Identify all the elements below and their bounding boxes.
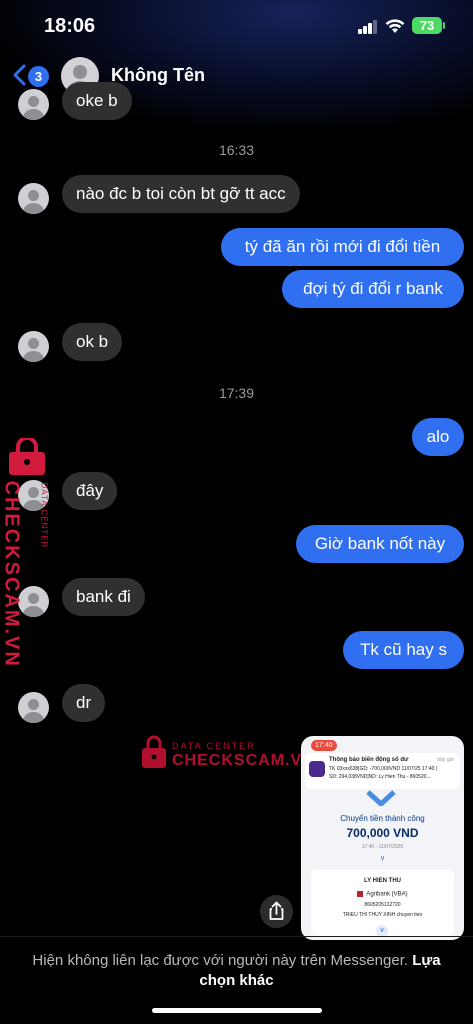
watermark-lock-icon: [9, 438, 45, 475]
notification-time: bây giờ: [437, 757, 454, 763]
transfer-amount: 700,000 VND: [346, 826, 419, 840]
contact-name[interactable]: Không Tên: [111, 65, 205, 86]
divider: [0, 936, 473, 937]
recipient-bank: Agribank (VBA): [311, 891, 454, 898]
sender-avatar: [18, 586, 49, 617]
back-chevron-icon[interactable]: [12, 64, 28, 86]
outgoing-message[interactable]: đợi tý đi đổi r bank: [282, 270, 464, 308]
outgoing-message[interactable]: tý đã ăn rồi mới đi đổi tiền: [221, 228, 464, 266]
battery-icon: 73: [412, 17, 442, 34]
incoming-message[interactable]: bank đi: [62, 578, 145, 616]
incoming-message[interactable]: oke b: [62, 82, 132, 120]
sender-avatar: [18, 183, 49, 214]
sender-avatar: [18, 89, 49, 120]
chevron-down-icon: ∨: [379, 855, 386, 862]
image-attachment[interactable]: 17:40 Thông báo biến động số dư bây giờ …: [301, 736, 464, 940]
sender-avatar: [18, 331, 49, 362]
share-icon[interactable]: [260, 895, 293, 928]
unread-count-badge[interactable]: 3: [28, 66, 49, 87]
transfer-description: TRIEU THI THUY XINH chuyen tien: [342, 912, 423, 918]
bank-app-icon: [309, 761, 325, 777]
status-time: 18:06: [44, 15, 96, 37]
incoming-message[interactable]: dr: [62, 684, 106, 722]
outgoing-message[interactable]: Giờ bank nốt này: [296, 525, 464, 563]
watermark-tag: DATA CENTER: [172, 741, 256, 751]
checkmark-icon: [366, 790, 396, 806]
incoming-message[interactable]: ok b: [62, 323, 123, 361]
recipient-name: LY HIEN THU: [363, 878, 401, 884]
notification-title: Thông báo biến động số dư: [329, 757, 409, 763]
incoming-message[interactable]: đây: [62, 472, 118, 510]
timestamp: 16:33: [218, 142, 255, 158]
attachment-status-time: 17:40: [311, 740, 337, 751]
watermark-tag: DATA CENTER: [39, 482, 49, 549]
notice-text: Hiện không liên lạc được với người này t…: [32, 952, 409, 969]
transfer-date: 17:40 - 11/07/2025: [361, 844, 404, 850]
sender-avatar: [18, 692, 49, 723]
outgoing-message[interactable]: Tk cũ hay s: [343, 631, 464, 669]
bank-notification: Thông báo biến động số dư bây giờ TK 03x…: [305, 753, 460, 789]
home-indicator[interactable]: [152, 1008, 322, 1013]
bank-logo-icon: [357, 891, 364, 897]
recipient-account: 8605205132720: [364, 902, 401, 908]
outgoing-message[interactable]: alo: [412, 418, 464, 456]
status-bar: 18:06 73: [0, 0, 473, 52]
watermark-brand: CHECKSCAM.VN: [172, 752, 315, 769]
notification-line: TK 03xxx638|GD: -700,000VND 11/07/25 17:…: [329, 766, 438, 772]
watermark-brand: CHECKSCAM.VN: [0, 480, 23, 668]
transfer-status: Chuyển tiền thành công: [340, 814, 425, 823]
recipient-card: LY HIEN THU Agribank (VBA) 8605205132720…: [311, 870, 454, 937]
incoming-message[interactable]: nào đc b toi còn bt gỡ tt acc: [62, 175, 300, 213]
wifi-icon: [385, 19, 405, 33]
notification-line: SD: 294,038VND|ND: Ly Hien Thu - 860520.…: [329, 774, 431, 780]
timestamp: 17:39: [218, 385, 255, 401]
watermark-lock-icon: [142, 735, 166, 768]
battery-tip: [443, 22, 445, 29]
cellular-signal-icon: [358, 20, 378, 34]
bank-name: Agribank (VBA): [366, 891, 408, 898]
unavailable-notice: Hiện không liên lạc được với người này t…: [20, 951, 453, 991]
